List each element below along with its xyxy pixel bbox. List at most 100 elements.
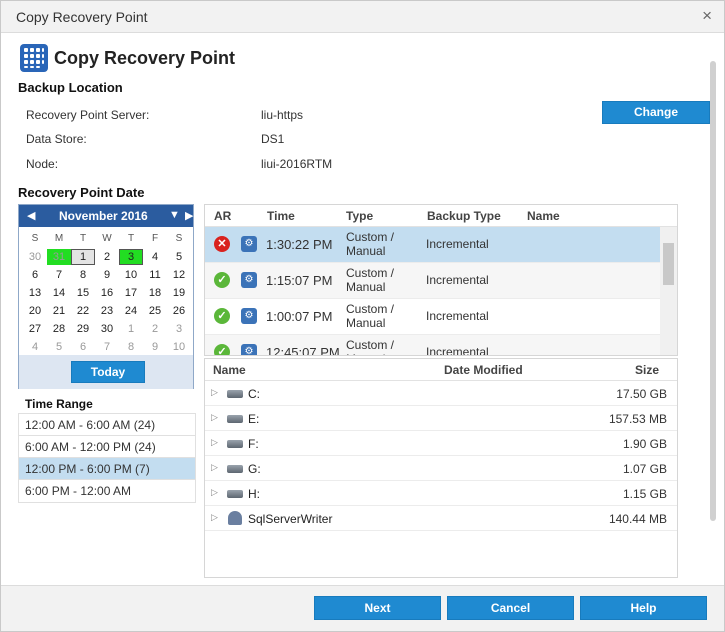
calendar-day[interactable]: 15	[71, 285, 95, 301]
calendar-week: 20 21 22 23 24 25 26	[23, 303, 191, 319]
recovery-point-row[interactable]: ✓ ⚙ 1:15:07 PM Custom / Manual Incremental	[205, 263, 660, 299]
calendar-week: 13 14 15 16 17 18 19	[23, 285, 191, 301]
calendar-day[interactable]: 30	[95, 321, 119, 337]
scrollbar-thumb[interactable]	[663, 243, 674, 285]
volume-row[interactable]: ▷ H: 1.15 GB	[205, 481, 677, 506]
calendar-day[interactable]: 2	[95, 249, 119, 265]
grid-app-icon	[20, 44, 48, 72]
calendar-day[interactable]: 13	[23, 285, 47, 301]
recovery-point-row[interactable]: ✕ ⚙ 1:30:22 PM Custom / Manual Incremental	[205, 227, 660, 263]
weekday-row: SMTWTFS	[23, 231, 191, 247]
close-icon[interactable]: ×	[702, 6, 712, 26]
calendar-day[interactable]: 26	[167, 303, 191, 319]
column-name[interactable]: Name	[527, 209, 560, 223]
calendar-day[interactable]: 2	[143, 321, 167, 337]
cancel-button[interactable]: Cancel	[447, 596, 574, 620]
calendar-day[interactable]: 9	[95, 267, 119, 283]
calendar-day-with-backup[interactable]: 3	[119, 249, 143, 265]
recovery-point-server-label: Recovery Point Server:	[26, 108, 150, 122]
column-ar[interactable]: AR	[214, 209, 231, 223]
calendar-day[interactable]: 21	[47, 303, 71, 319]
calendar-day[interactable]: 27	[23, 321, 47, 337]
previous-month-icon[interactable]: ◀	[27, 209, 35, 222]
calendar-day[interactable]: 4	[23, 339, 47, 355]
expand-icon[interactable]: ▷	[211, 487, 218, 498]
time-range-item[interactable]: 6:00 AM - 12:00 PM (24)	[19, 436, 195, 458]
time-range-item[interactable]: 12:00 AM - 6:00 AM (24)	[19, 414, 195, 436]
calendar-day[interactable]: 8	[71, 267, 95, 283]
scrollbar-thumb[interactable]	[710, 61, 716, 521]
column-type[interactable]: Type	[346, 209, 373, 223]
calendar-day[interactable]: 28	[47, 321, 71, 337]
next-button[interactable]: Next	[314, 596, 441, 620]
calendar-day[interactable]: 10	[119, 267, 143, 283]
calendar: ◀ November 2016 ▼ ▶ S M T W T F S 30 31 1 2 3 4 5 6 7 8 9…	[18, 204, 194, 389]
calendar-day[interactable]: 1	[71, 249, 95, 265]
calendar-day[interactable]: 7	[95, 339, 119, 355]
time-range-item-selected[interactable]: 12:00 PM - 6:00 PM (7)	[19, 458, 195, 480]
calendar-day[interactable]: 24	[119, 303, 143, 319]
expand-icon[interactable]: ▷	[211, 437, 218, 448]
recovery-point-date-heading: Recovery Point Date	[18, 185, 145, 200]
calendar-day[interactable]: 25	[143, 303, 167, 319]
drive-icon	[227, 440, 243, 448]
next-month-icon[interactable]: ▶	[185, 209, 193, 222]
expand-icon[interactable]: ▷	[211, 512, 218, 523]
calendar-day[interactable]: 4	[143, 249, 167, 265]
calendar-day[interactable]: 22	[71, 303, 95, 319]
time-range-item[interactable]: 6:00 PM - 12:00 AM	[19, 480, 195, 502]
recovery-point-type: Custom / Manual	[346, 338, 395, 355]
calendar-day[interactable]: 30	[23, 249, 47, 265]
calendar-header: ◀ November 2016 ▼ ▶	[19, 205, 193, 227]
drive-icon	[227, 490, 243, 498]
volume-row[interactable]: ▷ SqlServerWriter 140.44 MB	[205, 506, 677, 531]
calendar-day[interactable]: 29	[71, 321, 95, 337]
calendar-day[interactable]: 11	[143, 267, 167, 283]
calendar-day[interactable]: 5	[167, 249, 191, 265]
time-range-heading: Time Range	[25, 397, 93, 411]
recovery-points-scrollbar[interactable]	[660, 227, 677, 355]
calendar-day[interactable]: 18	[143, 285, 167, 301]
calendar-day[interactable]: 20	[23, 303, 47, 319]
calendar-day[interactable]: 1	[119, 321, 143, 337]
month-dropdown-icon[interactable]: ▼	[169, 209, 180, 221]
calendar-day[interactable]: 6	[23, 267, 47, 283]
weekday-label: S	[31, 233, 39, 244]
calendar-day[interactable]: 16	[95, 285, 119, 301]
column-volume-name[interactable]: Name	[213, 363, 246, 377]
calendar-day[interactable]: 14	[47, 285, 71, 301]
calendar-day[interactable]: 23	[95, 303, 119, 319]
expand-icon[interactable]: ▷	[211, 412, 218, 423]
calendar-day[interactable]: 17	[119, 285, 143, 301]
volume-row[interactable]: ▷ C: 17.50 GB	[205, 381, 677, 406]
calendar-day[interactable]: 5	[47, 339, 71, 355]
volume-row[interactable]: ▷ E: 157.53 MB	[205, 406, 677, 431]
column-time[interactable]: Time	[267, 209, 295, 223]
volume-name: H:	[248, 487, 260, 501]
volume-row[interactable]: ▷ G: 1.07 GB	[205, 456, 677, 481]
calendar-day[interactable]: 8	[119, 339, 143, 355]
recovery-point-row[interactable]: ✓ ⚙ 12:45:07 PM Custom / Manual Incremental	[205, 335, 660, 355]
calendar-day[interactable]: 19	[167, 285, 191, 301]
volume-size: 157.53 MB	[608, 412, 667, 426]
calendar-day[interactable]: 12	[167, 267, 191, 283]
calendar-day[interactable]: 7	[47, 267, 71, 283]
calendar-day[interactable]: 9	[143, 339, 167, 355]
column-size[interactable]: Size	[635, 363, 659, 377]
column-backup-type[interactable]: Backup Type	[427, 209, 501, 223]
volume-size: 17.50 GB	[616, 387, 667, 401]
change-button[interactable]: Change	[602, 101, 710, 124]
calendar-day-with-backup[interactable]: 31	[47, 249, 71, 265]
expand-icon[interactable]: ▷	[211, 462, 218, 473]
calendar-day[interactable]: 6	[71, 339, 95, 355]
column-date-modified[interactable]: Date Modified	[444, 363, 523, 377]
volume-name: G:	[248, 462, 261, 476]
weekday-label: W	[102, 233, 112, 244]
volume-row[interactable]: ▷ F: 1.90 GB	[205, 431, 677, 456]
calendar-day[interactable]: 3	[167, 321, 191, 337]
calendar-day[interactable]: 10	[167, 339, 191, 355]
today-button[interactable]: Today	[71, 361, 145, 383]
recovery-point-row[interactable]: ✓ ⚙ 1:00:07 PM Custom / Manual Incremental	[205, 299, 660, 335]
help-button[interactable]: Help	[580, 596, 707, 620]
expand-icon[interactable]: ▷	[211, 387, 218, 398]
